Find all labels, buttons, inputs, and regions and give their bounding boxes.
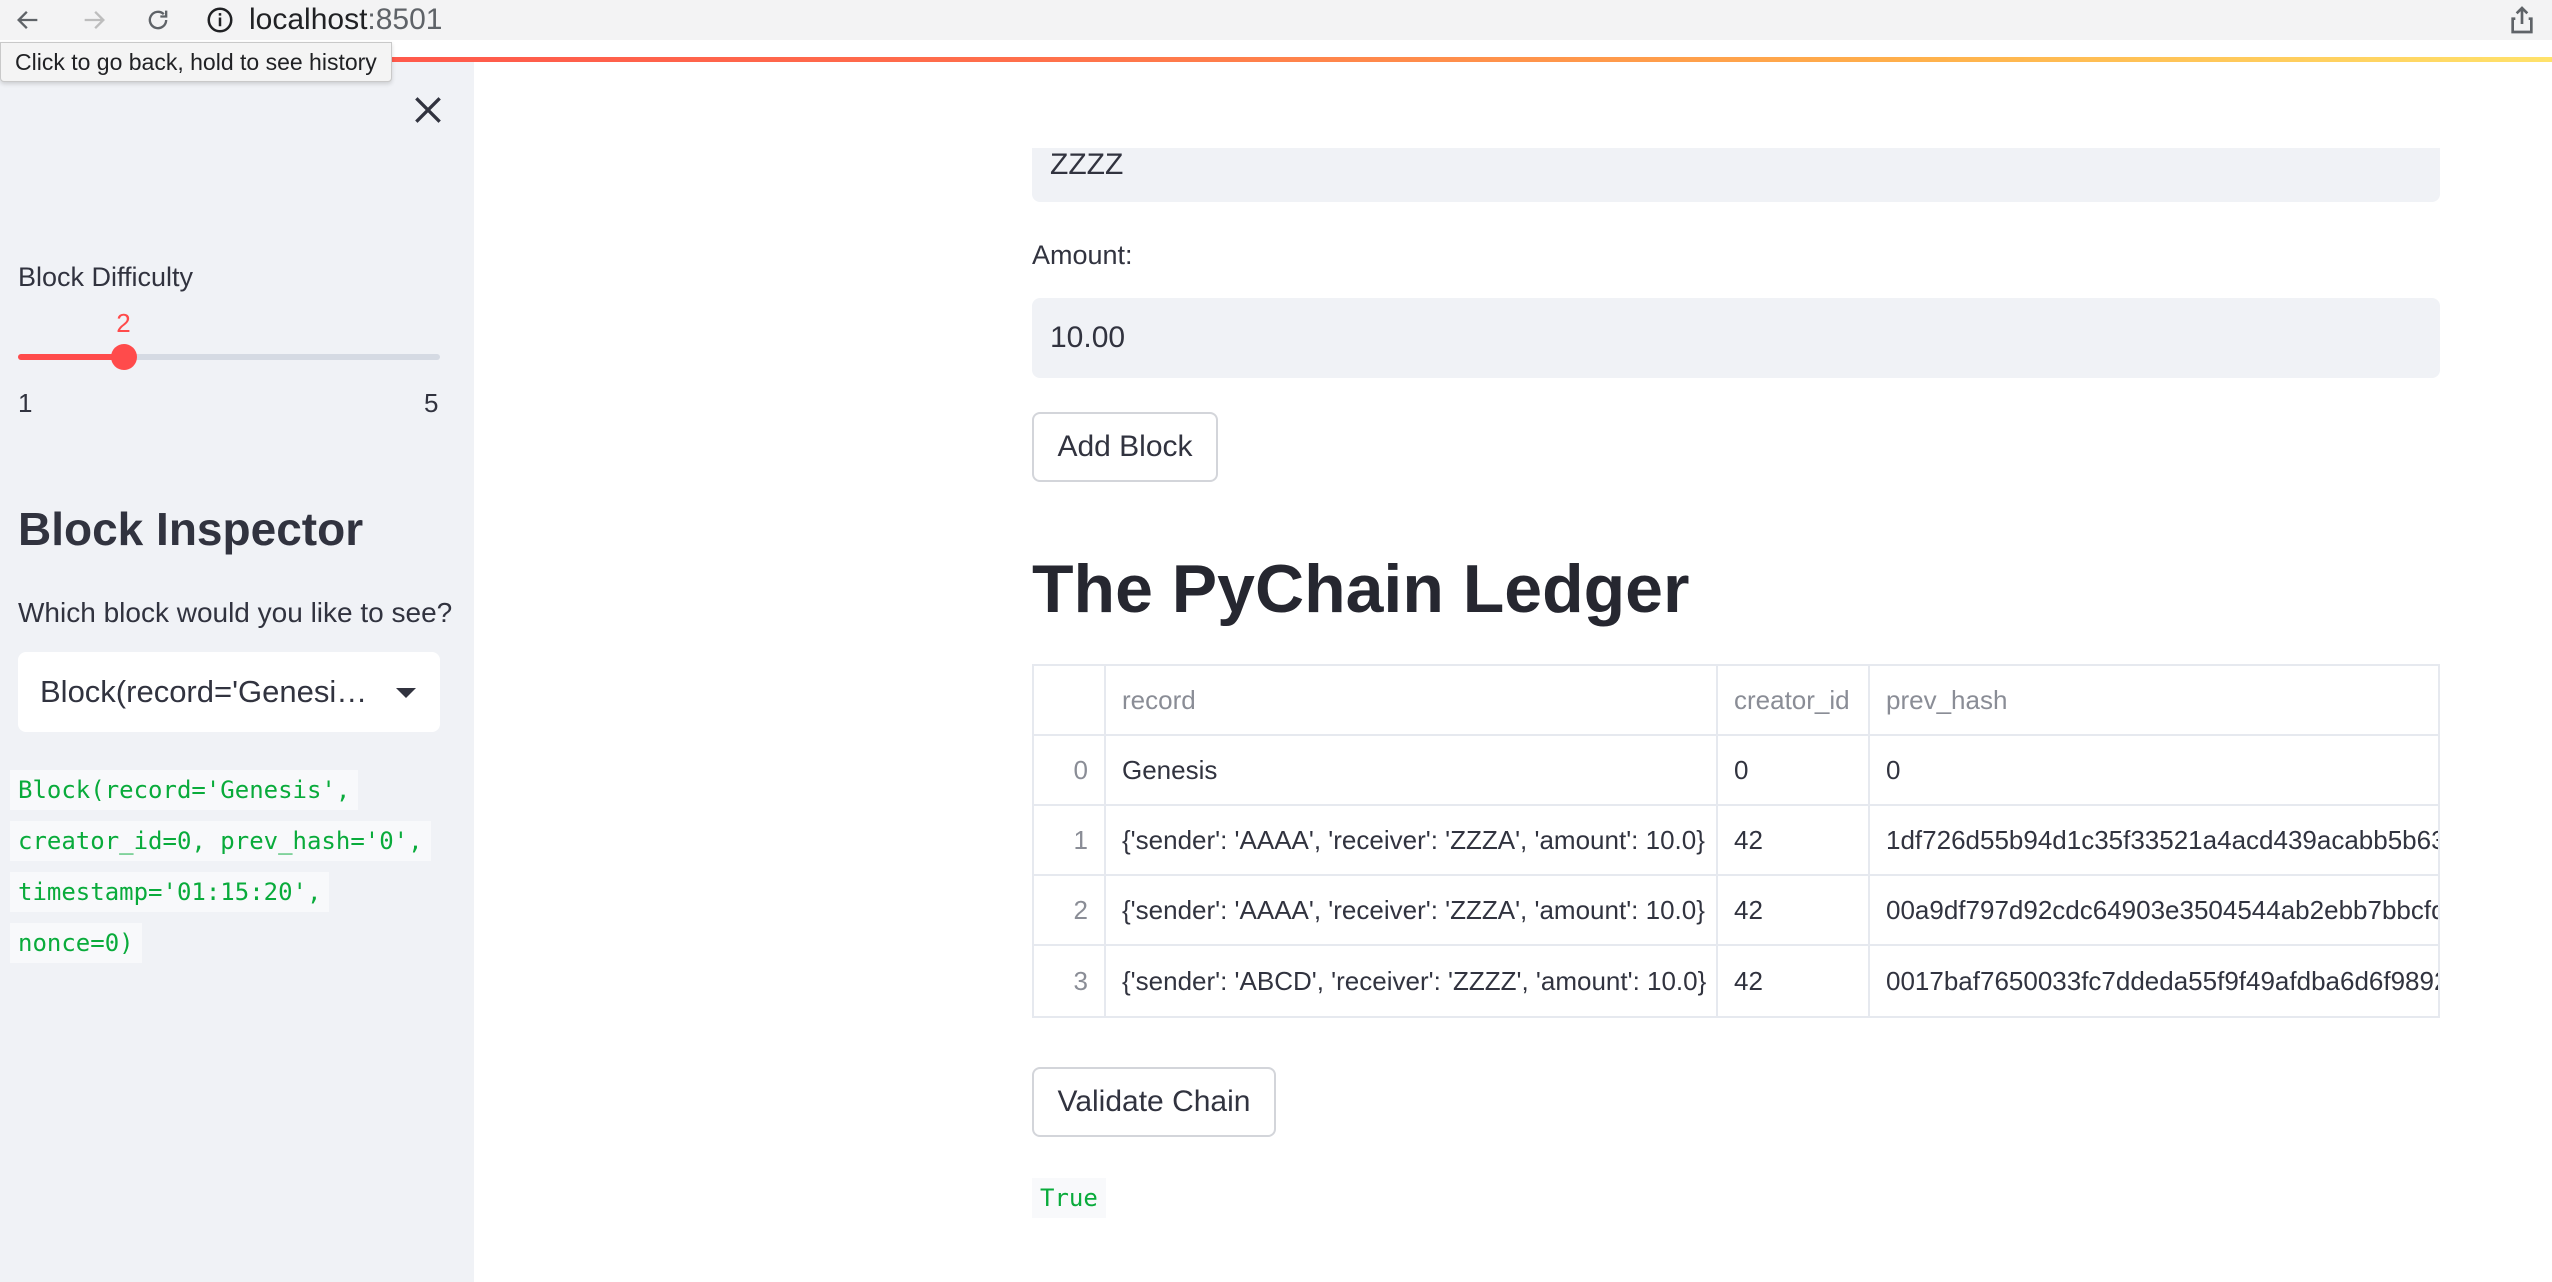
code-line: creator_id=0, prev_hash='0', [10, 821, 431, 861]
block-select[interactable]: Block(record='Genesis', creator_id=0, pr… [18, 652, 440, 732]
info-icon[interactable] [205, 5, 235, 35]
url-host: localhost [249, 3, 368, 36]
prev-hash-header[interactable]: prev_hash [1870, 666, 2438, 734]
slider-label: Block Difficulty [18, 262, 194, 292]
amount-input[interactable]: 10.00 [1032, 298, 2440, 378]
record-header[interactable]: record [1106, 666, 1718, 734]
record-cell: {'sender': 'AAAA', 'receiver': 'ZZZA', '… [1106, 876, 1718, 944]
validate-chain-button[interactable]: Validate Chain [1032, 1067, 1276, 1137]
block-details-code: Block(record='Genesis', creator_id=0, pr… [10, 770, 458, 974]
difficulty-slider[interactable] [18, 344, 440, 370]
creator-id-cell: 0 [1718, 736, 1870, 804]
main-content: ZZZZ Amount: 10.00 Add Block The PyChain… [474, 62, 2552, 1282]
table-header-row: record creator_id prev_hash [1034, 666, 2438, 736]
row-index: 2 [1034, 876, 1106, 944]
record-cell: Genesis [1106, 736, 1718, 804]
slider-min-label: 1 [18, 388, 33, 418]
row-index: 3 [1034, 946, 1106, 1016]
creator-id-header[interactable]: creator_id [1718, 666, 1870, 734]
ledger-title: The PyChain Ledger [1032, 551, 1690, 627]
amount-label: Amount: [1032, 240, 1133, 270]
block-inspector-heading: Block Inspector [18, 503, 364, 555]
creator-id-cell: 42 [1718, 806, 1870, 874]
forward-arrow-icon[interactable] [76, 2, 112, 38]
share-icon[interactable] [2506, 4, 2538, 36]
table-row: 0 Genesis 0 0 [1034, 736, 2438, 806]
creator-id-cell: 42 [1718, 876, 1870, 944]
table-row: 2 {'sender': 'AAAA', 'receiver': 'ZZZA',… [1034, 876, 2438, 946]
back-button-tooltip: Click to go back, hold to see history [0, 42, 392, 82]
prev-hash-cell: 00a9df797d92cdc64903e3504544ab2ebb7bbcfd [1886, 894, 2438, 925]
slider-current-value: 2 [116, 308, 131, 338]
code-line: timestamp='01:15:20', [10, 872, 330, 912]
ledger-table[interactable]: record creator_id prev_hash 0 Genesis 0 … [1032, 664, 2440, 1018]
back-arrow-icon[interactable] [10, 2, 46, 38]
slider-max-label: 5 [424, 388, 439, 418]
url-port: :8501 [367, 3, 443, 36]
block-select-label: Which block would you like to see? [18, 597, 453, 628]
code-line: Block(record='Genesis', [10, 770, 359, 810]
record-cell: {'sender': 'AAAA', 'receiver': 'ZZZA', '… [1106, 806, 1718, 874]
table-row: 3 {'sender': 'ABCD', 'receiver': 'ZZZZ',… [1034, 946, 2438, 1016]
record-cell: {'sender': 'ABCD', 'receiver': 'ZZZZ', '… [1106, 946, 1718, 1016]
index-header [1034, 666, 1106, 734]
slider-thumb[interactable] [110, 344, 137, 370]
code-line: nonce=0) [10, 923, 142, 963]
receiver-input[interactable]: ZZZZ [1032, 148, 2440, 202]
creator-id-cell: 42 [1718, 946, 1870, 1016]
row-index: 0 [1034, 736, 1106, 804]
browser-toolbar: localhost:8501 [0, 0, 2552, 40]
reload-icon[interactable] [140, 2, 176, 38]
validation-result: True [1032, 1178, 1106, 1218]
chevron-down-icon[interactable] [396, 688, 416, 698]
slider-fill [18, 354, 124, 360]
block-select-value: Block(record='Genesis', creator_id=0, pr… [40, 674, 370, 709]
row-index: 1 [1034, 806, 1106, 874]
sidebar: Block Difficulty 2 1 5 Block Inspector W… [0, 62, 474, 1282]
prev-hash-cell: 1df726d55b94d1c35f33521a4acd439acabb5b63 [1886, 824, 2438, 855]
address-bar[interactable]: localhost:8501 [205, 0, 2505, 40]
table-row: 1 {'sender': 'AAAA', 'receiver': 'ZZZA',… [1034, 806, 2438, 876]
prev-hash-cell: 0 [1886, 754, 1901, 785]
add-block-button[interactable]: Add Block [1032, 412, 1218, 482]
prev-hash-cell: 0017baf7650033fc7ddeda55f9f49afdba6d6f98… [1886, 965, 2438, 996]
close-sidebar-icon[interactable] [408, 90, 448, 130]
